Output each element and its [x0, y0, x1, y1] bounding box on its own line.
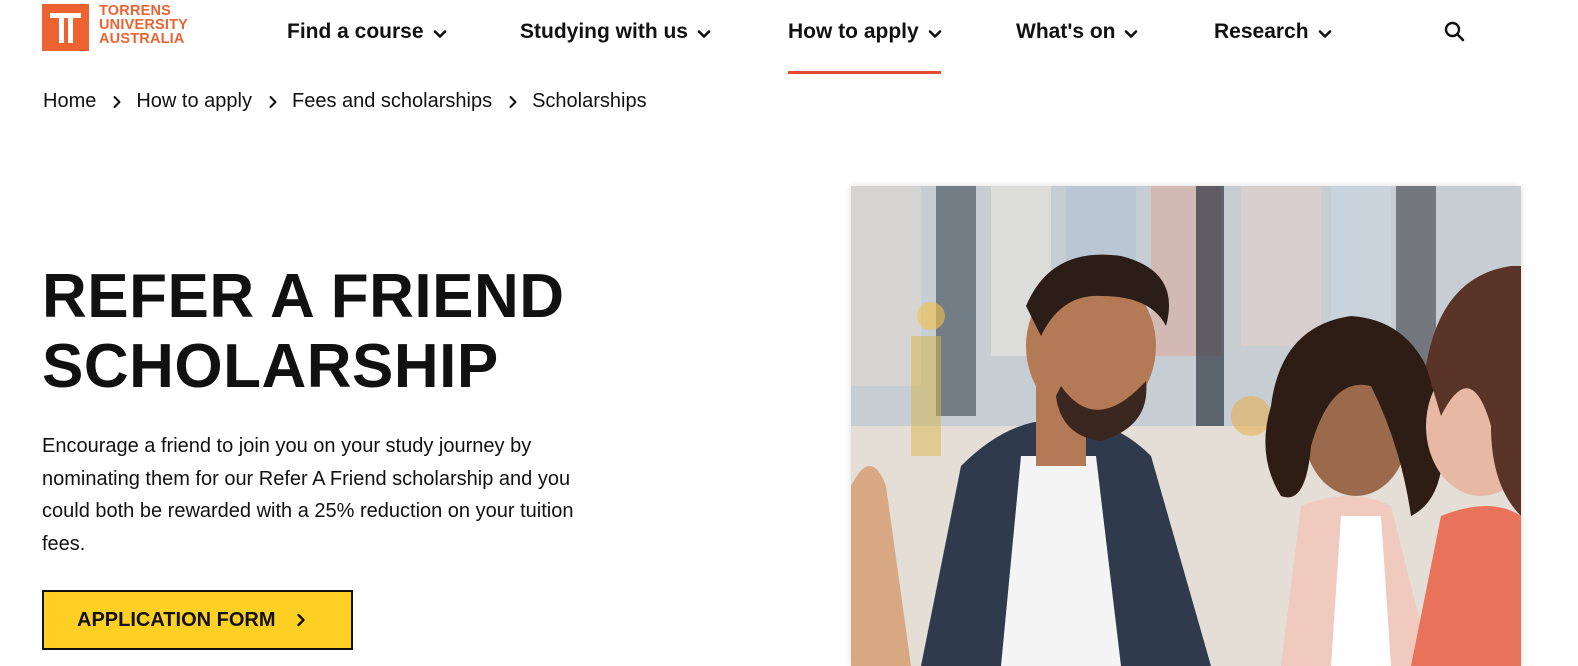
page-title-line: SCHOLARSHIP	[42, 332, 499, 401]
chevron-down-icon	[697, 30, 711, 38]
breadcrumb-how-to-apply[interactable]: How to apply	[136, 90, 252, 113]
breadcrumb-home[interactable]: Home	[43, 90, 96, 113]
nav-item-find-a-course[interactable]: Find a course	[287, 18, 447, 46]
breadcrumb-current: Scholarships	[532, 90, 647, 112]
main-nav: Find a course Studying with us How to ap…	[0, 0, 1578, 80]
students-photo	[851, 186, 1521, 666]
chevron-down-icon	[1318, 30, 1331, 38]
active-nav-indicator	[788, 71, 941, 74]
nav-item-whats-on[interactable]: What's on	[1016, 18, 1138, 46]
chevron-right-icon	[113, 95, 121, 108]
breadcrumb-fees-and-scholarships[interactable]: Fees and scholarships	[292, 90, 492, 113]
hero-image	[851, 186, 1521, 666]
page-title-line: REFER A FRIEND	[42, 262, 565, 331]
description-line: could both be rewarded with a 25% reduct…	[42, 500, 574, 522]
nav-item-label: How to apply	[788, 20, 919, 43]
description-line: Encourage a friend to join you on your s…	[42, 435, 532, 457]
chevron-right-icon	[296, 613, 305, 627]
nav-item-studying-with-us[interactable]: Studying with us	[520, 18, 711, 46]
chevron-right-icon	[509, 95, 517, 108]
chevron-down-icon	[433, 30, 446, 38]
nav-item-label: Find a course	[287, 20, 424, 43]
hero-description: Encourage a friend to join you on your s…	[42, 430, 642, 560]
search-icon[interactable]	[1443, 20, 1467, 44]
page-title: REFER A FRIEND SCHOLARSHIP	[42, 262, 565, 402]
nav-item-label: Studying with us	[520, 20, 688, 43]
nav-item-research[interactable]: Research	[1214, 18, 1332, 46]
nav-item-how-to-apply[interactable]: How to apply	[788, 18, 942, 46]
application-form-label: APPLICATION FORM	[77, 608, 276, 631]
chevron-down-icon	[1125, 30, 1138, 38]
description-line: fees.	[42, 532, 86, 555]
nav-item-label: Research	[1214, 20, 1309, 43]
application-form-button[interactable]: APPLICATION FORM	[42, 590, 353, 650]
breadcrumb: Home How to apply Fees and scholarships …	[43, 90, 647, 113]
description-line: nominating them for our Refer A Friend s…	[42, 467, 571, 490]
chevron-right-icon	[269, 95, 277, 108]
chevron-down-icon	[928, 30, 941, 38]
nav-item-label: What's on	[1016, 20, 1116, 43]
